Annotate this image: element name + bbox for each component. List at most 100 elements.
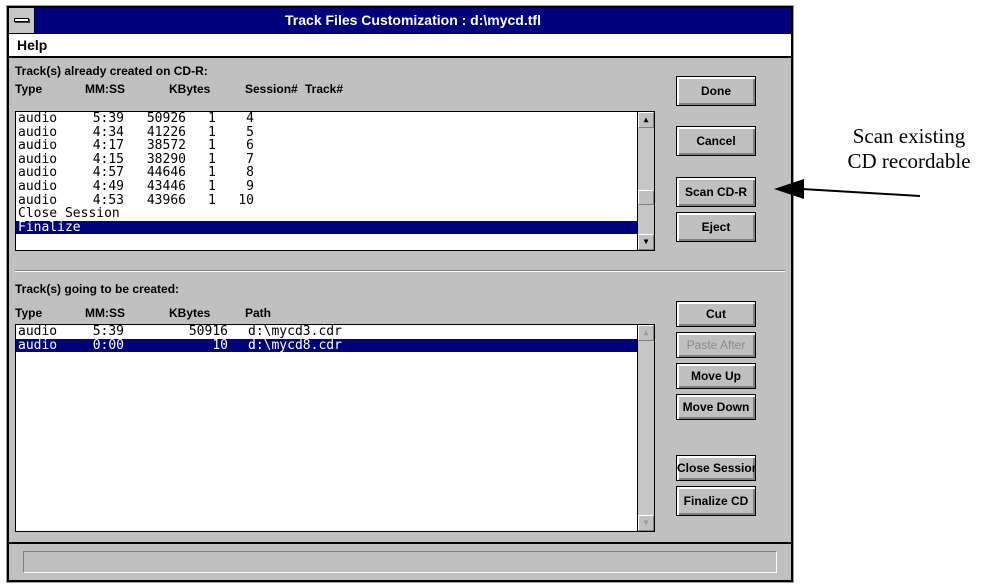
scroll-thumb[interactable]: [638, 190, 654, 205]
dialog-content: Track(s) already created on CD-R: Type M…: [9, 58, 791, 580]
track-session: 1: [208, 178, 216, 194]
eject-button[interactable]: Eject: [676, 212, 756, 242]
cancel-button[interactable]: Cancel: [676, 126, 756, 156]
track-type: audio: [18, 138, 58, 154]
pending-track-row[interactable]: audio 5:39 50916 d:\mycd3.cdr: [16, 325, 638, 339]
existing-track-row[interactable]: audio 4:53 43966 1 10: [16, 192, 654, 208]
track-type: audio: [18, 324, 58, 339]
track-type: audio: [18, 151, 58, 167]
arrow-up-icon[interactable]: ▲: [638, 112, 654, 128]
track-kbytes: 10: [212, 337, 228, 353]
existing-track-row[interactable]: audio 5:39 50926 1 4: [16, 112, 654, 126]
move-down-button[interactable]: Move Down: [676, 394, 756, 420]
existing-extra-row[interactable]: Close Session: [16, 207, 654, 221]
track-number: 10: [238, 192, 254, 208]
existing-header-session: Session#: [245, 82, 298, 96]
existing-track-row[interactable]: audio 4:34 41226 1 5: [16, 124, 654, 140]
scan-annotation: Scan existing CD recordable: [819, 124, 999, 174]
track-type: audio: [18, 337, 58, 353]
existing-header-type: Type: [15, 82, 43, 96]
existing-track-row[interactable]: audio 4:17 38572 1 6: [16, 139, 654, 153]
track-kbytes: 44646: [146, 165, 186, 181]
pending-tracks-scrollbar[interactable]: ▲ ▼: [637, 325, 654, 531]
existing-tracks-label: Track(s) already created on CD-R:: [15, 64, 208, 78]
move-up-button[interactable]: Move Up: [676, 363, 756, 389]
status-bar: [9, 542, 791, 580]
track-kbytes: 50926: [146, 111, 186, 126]
section-divider: [15, 270, 785, 272]
pending-tracks-label: Track(s) going to be created:: [15, 282, 180, 296]
existing-tracks-list[interactable]: audio 5:39 50926 1 4 audio 4:34 41226 1 5 audio 4:1…: [15, 111, 655, 251]
finalize-cd-button[interactable]: Finalize CD: [676, 486, 756, 516]
existing-tracks-scrollbar[interactable]: ▲ ▼: [637, 112, 654, 250]
existing-header-time: MM:SS: [85, 82, 125, 96]
track-number: 5: [246, 124, 254, 140]
pending-tracks-rows: audio 5:39 50916 d:\mycd3.cdr audio 0:00 10 d:\…: [16, 325, 654, 353]
pending-header-kbytes: KBytes: [169, 306, 211, 320]
track-kbytes: 38290: [146, 151, 186, 167]
track-session: 1: [208, 165, 216, 181]
menu-bar: Help: [9, 34, 791, 58]
existing-tracks-rows: audio 5:39 50926 1 4 audio 4:34 41226 1 5 audio 4:1…: [16, 112, 654, 235]
track-type: audio: [18, 124, 58, 140]
annotation-line-2: CD recordable: [847, 149, 971, 173]
annotation-line-1: Scan existing: [852, 124, 966, 148]
track-duration: 5:39: [92, 324, 124, 339]
paste-after-button[interactable]: Paste After: [676, 332, 756, 358]
existing-header-kbytes: KBytes: [169, 82, 211, 96]
existing-header-track: Track#: [305, 82, 344, 96]
track-duration: 5:39: [92, 111, 124, 126]
arrow-up-icon[interactable]: ▲: [638, 325, 654, 341]
system-menu-button[interactable]: [9, 8, 35, 33]
arrow-down-icon[interactable]: ▼: [638, 515, 654, 531]
track-path: d:\mycd3.cdr: [248, 324, 342, 339]
track-kbytes: 50916: [188, 324, 228, 339]
track-kbytes: 38572: [146, 138, 186, 154]
existing-extra-row[interactable]: Finalize: [16, 221, 654, 235]
scan-cdr-button[interactable]: Scan CD-R: [676, 177, 756, 207]
system-menu-icon: [14, 18, 29, 22]
existing-track-row[interactable]: audio 4:57 44646 1 8: [16, 166, 654, 180]
extra-row-label: Close Session: [18, 206, 120, 222]
track-duration: 4:49: [92, 178, 124, 194]
track-type: audio: [18, 111, 58, 126]
track-type: audio: [18, 178, 58, 194]
track-number: 6: [246, 138, 254, 154]
track-kbytes: 41226: [146, 124, 186, 140]
track-duration: 4:57: [92, 165, 124, 181]
cut-button[interactable]: Cut: [676, 301, 756, 327]
close-session-button[interactable]: Close Session: [676, 455, 756, 481]
track-duration: 0:00: [92, 337, 124, 353]
menu-help[interactable]: Help: [17, 37, 47, 53]
track-session: 1: [208, 192, 216, 208]
done-button[interactable]: Done: [676, 76, 756, 106]
pending-track-row[interactable]: audio 0:00 10 d:\mycd8.cdr: [16, 337, 638, 353]
existing-track-row[interactable]: audio 4:15 38290 1 7: [16, 153, 654, 167]
pending-header-time: MM:SS: [85, 306, 125, 320]
track-duration: 4:53: [92, 192, 124, 208]
track-number: 9: [246, 178, 254, 194]
track-number: 4: [246, 111, 254, 126]
track-type: audio: [18, 165, 58, 181]
track-kbytes: 43446: [146, 178, 186, 194]
track-duration: 4:15: [92, 151, 124, 167]
track-duration: 4:17: [92, 138, 124, 154]
track-session: 1: [208, 124, 216, 140]
track-duration: 4:34: [92, 124, 124, 140]
track-session: 1: [208, 151, 216, 167]
pending-header-path: Path: [245, 306, 272, 320]
track-number: 8: [246, 165, 254, 181]
pending-header-type: Type: [15, 306, 43, 320]
arrow-left-icon: [774, 179, 921, 199]
arrow-down-icon[interactable]: ▼: [638, 234, 654, 250]
pending-tracks-list[interactable]: audio 5:39 50916 d:\mycd3.cdr audio 0:00 10 d:\…: [15, 324, 655, 532]
track-session: 1: [208, 138, 216, 154]
window-title: Track Files Customization : d:\mycd.tfl: [285, 12, 541, 28]
title-bar[interactable]: Track Files Customization : d:\mycd.tfl: [9, 8, 791, 34]
track-path: d:\mycd8.cdr: [248, 337, 342, 353]
track-session: 1: [208, 111, 216, 126]
existing-track-row[interactable]: audio 4:49 43446 1 9: [16, 180, 654, 194]
track-number: 7: [246, 151, 254, 167]
status-field: [23, 551, 777, 573]
track-type: audio: [18, 192, 58, 208]
